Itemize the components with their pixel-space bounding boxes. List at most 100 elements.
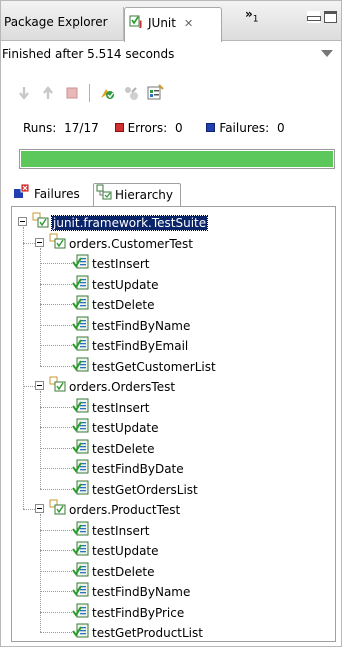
maximize-icon[interactable] [324, 11, 337, 23]
tab-hierarchy[interactable]: Hierarchy [93, 183, 181, 207]
svg-text:J: J [138, 20, 142, 28]
tree-content: junit.framework.TestSuite orders.Customer… [12, 207, 335, 641]
tree-line [40, 591, 74, 592]
tree-line [40, 611, 74, 613]
previous-failure-icon[interactable] [39, 84, 57, 102]
error-icon [114, 123, 124, 132]
test-passed-icon [72, 417, 89, 438]
collapse-toggle-icon[interactable] [35, 504, 44, 513]
overflow-count: 1 [252, 14, 259, 25]
tab-failures[interactable]: Failures [11, 183, 93, 207]
tab-junit-label: JUnit [148, 16, 176, 30]
tree-test-label: testUpdate [92, 277, 159, 292]
tree-line [40, 247, 41, 366]
tree-test[interactable]: testDelete [72, 295, 154, 313]
tree-test[interactable]: testFindByName [72, 582, 190, 600]
junit-toolbar [15, 81, 164, 105]
tree-line [40, 570, 74, 572]
tree-suite-label: orders.CustomerTest [69, 236, 193, 251]
tree-test[interactable]: testInsert [72, 254, 149, 272]
failures-value: 0 [277, 121, 285, 135]
junit-icon: J [129, 9, 145, 39]
tree-test[interactable]: testUpdate [72, 541, 159, 559]
tree-test-label: testFindByDate [92, 462, 184, 476]
tab-failures-label: Failures [34, 187, 80, 201]
tree-test-label: testDelete [92, 298, 155, 312]
tree-suite[interactable]: orders.ProductTest [49, 499, 181, 520]
errors-value: 0 [174, 121, 183, 135]
tree-test-label: testUpdate [92, 421, 159, 435]
tree-test[interactable]: testGetCustomerList [72, 357, 216, 375]
tree-suite[interactable]: orders.CustomerTest [49, 233, 193, 252]
tree-test[interactable]: testFindByPrice [72, 603, 184, 621]
stop-icon[interactable] [63, 84, 81, 102]
tree-suite-label: orders.ProductTest [69, 503, 181, 517]
tree-test[interactable]: testDelete [72, 562, 154, 580]
tree-test-label: testGetProductList [92, 626, 203, 640]
tree-line [40, 427, 74, 428]
chevron-right-icon: » [245, 7, 253, 21]
tree-test[interactable]: testGetOrdersList [72, 480, 198, 498]
collapse-toggle-icon[interactable] [35, 237, 44, 247]
test-passed-icon [72, 458, 89, 479]
tree-test[interactable]: testFindByName [72, 316, 190, 334]
tree-test-label: testGetOrdersList [92, 482, 198, 497]
tree-test[interactable]: testInsert [72, 398, 149, 416]
tree-root[interactable]: junit.framework.TestSuite [32, 212, 209, 233]
tree-suite[interactable]: orders.OrdersTest [49, 376, 175, 397]
test-passed-icon [72, 253, 89, 274]
tree-test-label: testFindByEmail [92, 339, 189, 353]
hierarchy-tab-icon [96, 184, 112, 207]
tree-line [40, 447, 74, 449]
tree-line [23, 386, 35, 387]
failures-label: Failures: [219, 121, 270, 135]
test-suite-icon [49, 499, 66, 520]
tree-test[interactable]: testInsert [72, 521, 149, 539]
tree-line [40, 514, 41, 632]
test-suite-icon [49, 376, 66, 397]
collapse-toggle-icon[interactable] [35, 381, 44, 390]
test-history-icon[interactable] [146, 84, 164, 102]
tab-package-explorer[interactable]: Package Explorer [3, 7, 124, 41]
toolbar-separator [89, 84, 90, 102]
tree-root-label: junit.framework.TestSuite [50, 215, 209, 231]
test-passed-icon [72, 335, 89, 356]
rerun-icon[interactable] [98, 84, 116, 102]
tree-test-label: testUpdate [92, 544, 159, 558]
tree-test[interactable]: testGetProductList [72, 623, 203, 641]
tab-overflow-button[interactable]: »1 [245, 7, 259, 24]
test-hierarchy-tree: junit.framework.TestSuite orders.Customer… [11, 206, 336, 642]
tree-test-label: testFindByName [92, 585, 191, 599]
tree-test[interactable]: testFindByDate [72, 459, 184, 477]
tree-line [40, 550, 74, 551]
minimize-icon[interactable] [307, 11, 321, 23]
tree-line [40, 263, 74, 264]
tree-test-label: testDelete [92, 564, 155, 579]
tree-line [23, 242, 35, 244]
tree-line [40, 304, 74, 305]
failure-icon [206, 123, 216, 132]
tree-test[interactable]: testUpdate [72, 418, 159, 436]
test-passed-icon [72, 561, 89, 582]
tab-hierarchy-label: Hierarchy [115, 188, 174, 202]
tree-test[interactable]: testUpdate [72, 275, 159, 293]
next-failure-icon[interactable] [15, 84, 33, 102]
test-passed-icon [72, 520, 89, 541]
view-menu-icon[interactable] [321, 50, 333, 57]
test-suite-icon [32, 212, 49, 233]
rerun-failed-icon[interactable] [122, 84, 140, 102]
test-passed-icon [72, 602, 89, 623]
close-icon[interactable]: ✕ [184, 17, 193, 30]
tree-test[interactable]: testDelete [72, 439, 154, 457]
tree-line [40, 324, 74, 326]
tree-line [23, 509, 35, 510]
collapse-toggle-icon[interactable] [18, 217, 27, 226]
failures-tab-icon [13, 183, 31, 206]
test-passed-icon [72, 356, 89, 377]
tab-junit[interactable]: J JUnit ✕ [124, 7, 222, 42]
test-progress-bar [19, 149, 335, 169]
tree-test-label: testFindByName [92, 318, 191, 333]
tree-test[interactable]: testFindByEmail [72, 336, 188, 354]
errors-label: Errors: [127, 121, 168, 135]
tree-test-label: testFindByPrice [92, 605, 185, 620]
